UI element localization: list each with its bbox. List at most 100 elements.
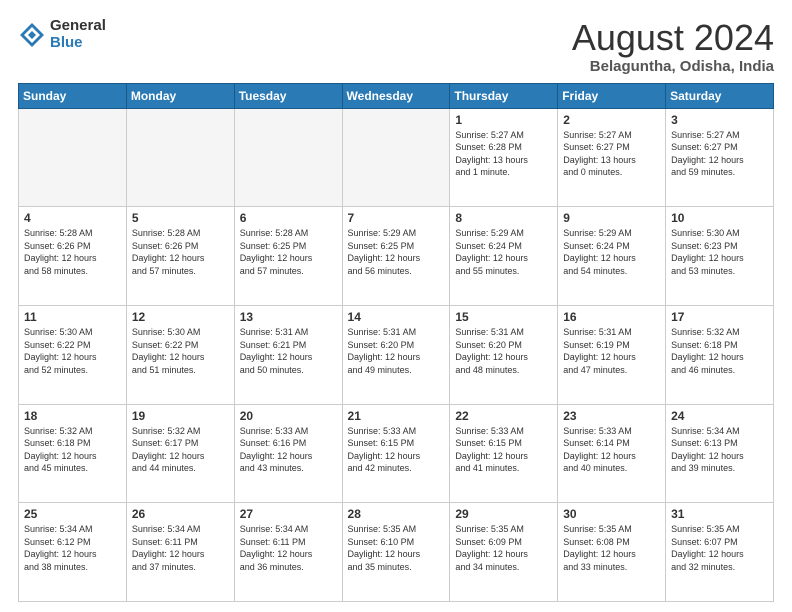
- day-info: Sunrise: 5:27 AM Sunset: 6:27 PM Dayligh…: [563, 129, 660, 179]
- day-number: 17: [671, 310, 768, 324]
- calendar-cell: 24 Sunrise: 5:34 AM Sunset: 6:13 PM Dayli…: [666, 404, 774, 503]
- calendar-cell: 17 Sunrise: 5:32 AM Sunset: 6:18 PM Dayli…: [666, 305, 774, 404]
- week-row-1: 4 Sunrise: 5:28 AM Sunset: 6:26 PM Daylig…: [19, 207, 774, 306]
- weekday-header-tuesday: Tuesday: [234, 83, 342, 108]
- day-number: 25: [24, 507, 121, 521]
- day-info: Sunrise: 5:32 AM Sunset: 6:18 PM Dayligh…: [671, 326, 768, 376]
- calendar-cell: 23 Sunrise: 5:33 AM Sunset: 6:14 PM Dayli…: [558, 404, 666, 503]
- calendar-cell: 9Sunrise: 5:29 AM Sunset: 6:24 PM Daylig…: [558, 207, 666, 306]
- day-info: Sunrise: 5:34 AM Sunset: 6:13 PM Dayligh…: [671, 425, 768, 475]
- day-info: Sunrise: 5:35 AM Sunset: 6:09 PM Dayligh…: [455, 523, 552, 573]
- day-number: 29: [455, 507, 552, 521]
- day-number: 10: [671, 211, 768, 225]
- day-info: Sunrise: 5:28 AM Sunset: 6:25 PM Dayligh…: [240, 227, 337, 277]
- weekday-header-sunday: Sunday: [19, 83, 127, 108]
- day-number: 8: [455, 211, 552, 225]
- day-info: Sunrise: 5:31 AM Sunset: 6:19 PM Dayligh…: [563, 326, 660, 376]
- calendar-cell: 22Sunrise: 5:33 AM Sunset: 6:15 PM Dayli…: [450, 404, 558, 503]
- day-info: Sunrise: 5:34 AM Sunset: 6:12 PM Dayligh…: [24, 523, 121, 573]
- day-info: Sunrise: 5:27 AM Sunset: 6:28 PM Dayligh…: [455, 129, 552, 179]
- calendar-cell: 26Sunrise: 5:34 AM Sunset: 6:11 PM Dayli…: [126, 503, 234, 602]
- weekday-header-friday: Friday: [558, 83, 666, 108]
- calendar-cell: 8Sunrise: 5:29 AM Sunset: 6:24 PM Daylig…: [450, 207, 558, 306]
- day-info: Sunrise: 5:30 AM Sunset: 6:23 PM Dayligh…: [671, 227, 768, 277]
- day-number: 28: [348, 507, 445, 521]
- day-number: 5: [132, 211, 229, 225]
- header: General Blue August 2024 Belaguntha, Odi…: [18, 18, 774, 75]
- day-number: 31: [671, 507, 768, 521]
- calendar-cell: 13Sunrise: 5:31 AM Sunset: 6:21 PM Dayli…: [234, 305, 342, 404]
- calendar: SundayMondayTuesdayWednesdayThursdayFrid…: [18, 83, 774, 602]
- day-number: 7: [348, 211, 445, 225]
- calendar-cell: 20 Sunrise: 5:33 AM Sunset: 6:16 PM Dayli…: [234, 404, 342, 503]
- calendar-cell: 14Sunrise: 5:31 AM Sunset: 6:20 PM Dayli…: [342, 305, 450, 404]
- logo-text: General Blue: [50, 18, 106, 51]
- calendar-cell: [126, 108, 234, 207]
- calendar-cell: 18 Sunrise: 5:32 AM Sunset: 6:18 PM Dayli…: [19, 404, 127, 503]
- day-info: Sunrise: 5:31 AM Sunset: 6:20 PM Dayligh…: [455, 326, 552, 376]
- day-number: 30: [563, 507, 660, 521]
- day-info: Sunrise: 5:35 AM Sunset: 6:10 PM Dayligh…: [348, 523, 445, 573]
- day-number: 19: [132, 409, 229, 423]
- calendar-cell: [342, 108, 450, 207]
- day-number: 26: [132, 507, 229, 521]
- calendar-cell: 31Sunrise: 5:35 AM Sunset: 6:07 PM Dayli…: [666, 503, 774, 602]
- day-number: 4: [24, 211, 121, 225]
- logo-blue-text: Blue: [50, 35, 106, 52]
- day-info: Sunrise: 5:31 AM Sunset: 6:20 PM Dayligh…: [348, 326, 445, 376]
- day-number: 1: [455, 113, 552, 127]
- calendar-body: 1 Sunrise: 5:27 AM Sunset: 6:28 PM Daylig…: [19, 108, 774, 601]
- day-number: 6: [240, 211, 337, 225]
- day-info: Sunrise: 5:33 AM Sunset: 6:15 PM Dayligh…: [348, 425, 445, 475]
- calendar-cell: 21Sunrise: 5:33 AM Sunset: 6:15 PM Dayli…: [342, 404, 450, 503]
- weekday-header-monday: Monday: [126, 83, 234, 108]
- day-number: 15: [455, 310, 552, 324]
- calendar-cell: 5 Sunrise: 5:28 AM Sunset: 6:26 PM Daylig…: [126, 207, 234, 306]
- logo-icon: [18, 21, 46, 49]
- page: General Blue August 2024 Belaguntha, Odi…: [0, 0, 792, 612]
- calendar-cell: [19, 108, 127, 207]
- calendar-cell: 6 Sunrise: 5:28 AM Sunset: 6:25 PM Daylig…: [234, 207, 342, 306]
- week-row-3: 18 Sunrise: 5:32 AM Sunset: 6:18 PM Dayli…: [19, 404, 774, 503]
- calendar-cell: 16 Sunrise: 5:31 AM Sunset: 6:19 PM Dayli…: [558, 305, 666, 404]
- calendar-cell: [234, 108, 342, 207]
- day-info: Sunrise: 5:30 AM Sunset: 6:22 PM Dayligh…: [132, 326, 229, 376]
- day-number: 13: [240, 310, 337, 324]
- location: Belaguntha, Odisha, India: [572, 58, 774, 75]
- week-row-0: 1 Sunrise: 5:27 AM Sunset: 6:28 PM Daylig…: [19, 108, 774, 207]
- day-info: Sunrise: 5:33 AM Sunset: 6:15 PM Dayligh…: [455, 425, 552, 475]
- day-info: Sunrise: 5:33 AM Sunset: 6:16 PM Dayligh…: [240, 425, 337, 475]
- calendar-header: SundayMondayTuesdayWednesdayThursdayFrid…: [19, 83, 774, 108]
- calendar-cell: 19 Sunrise: 5:32 AM Sunset: 6:17 PM Dayli…: [126, 404, 234, 503]
- day-info: Sunrise: 5:29 AM Sunset: 6:24 PM Dayligh…: [563, 227, 660, 277]
- day-number: 12: [132, 310, 229, 324]
- logo: General Blue: [18, 18, 106, 51]
- calendar-cell: 25 Sunrise: 5:34 AM Sunset: 6:12 PM Dayli…: [19, 503, 127, 602]
- day-info: Sunrise: 5:28 AM Sunset: 6:26 PM Dayligh…: [132, 227, 229, 277]
- day-number: 16: [563, 310, 660, 324]
- day-number: 20: [240, 409, 337, 423]
- day-info: Sunrise: 5:29 AM Sunset: 6:25 PM Dayligh…: [348, 227, 445, 277]
- week-row-2: 11 Sunrise: 5:30 AM Sunset: 6:22 PM Dayli…: [19, 305, 774, 404]
- day-info: Sunrise: 5:33 AM Sunset: 6:14 PM Dayligh…: [563, 425, 660, 475]
- calendar-cell: 2Sunrise: 5:27 AM Sunset: 6:27 PM Daylig…: [558, 108, 666, 207]
- title-block: August 2024 Belaguntha, Odisha, India: [572, 18, 774, 75]
- day-info: Sunrise: 5:27 AM Sunset: 6:27 PM Dayligh…: [671, 129, 768, 179]
- day-info: Sunrise: 5:30 AM Sunset: 6:22 PM Dayligh…: [24, 326, 121, 376]
- day-number: 11: [24, 310, 121, 324]
- day-number: 23: [563, 409, 660, 423]
- day-info: Sunrise: 5:28 AM Sunset: 6:26 PM Dayligh…: [24, 227, 121, 277]
- weekday-header-saturday: Saturday: [666, 83, 774, 108]
- day-number: 24: [671, 409, 768, 423]
- calendar-cell: 28 Sunrise: 5:35 AM Sunset: 6:10 PM Dayli…: [342, 503, 450, 602]
- calendar-cell: 29 Sunrise: 5:35 AM Sunset: 6:09 PM Dayli…: [450, 503, 558, 602]
- day-info: Sunrise: 5:34 AM Sunset: 6:11 PM Dayligh…: [240, 523, 337, 573]
- day-info: Sunrise: 5:32 AM Sunset: 6:17 PM Dayligh…: [132, 425, 229, 475]
- calendar-cell: 27Sunrise: 5:34 AM Sunset: 6:11 PM Dayli…: [234, 503, 342, 602]
- day-info: Sunrise: 5:32 AM Sunset: 6:18 PM Dayligh…: [24, 425, 121, 475]
- day-number: 3: [671, 113, 768, 127]
- day-number: 18: [24, 409, 121, 423]
- calendar-cell: 15 Sunrise: 5:31 AM Sunset: 6:20 PM Dayli…: [450, 305, 558, 404]
- week-row-4: 25 Sunrise: 5:34 AM Sunset: 6:12 PM Dayli…: [19, 503, 774, 602]
- calendar-cell: 11 Sunrise: 5:30 AM Sunset: 6:22 PM Dayli…: [19, 305, 127, 404]
